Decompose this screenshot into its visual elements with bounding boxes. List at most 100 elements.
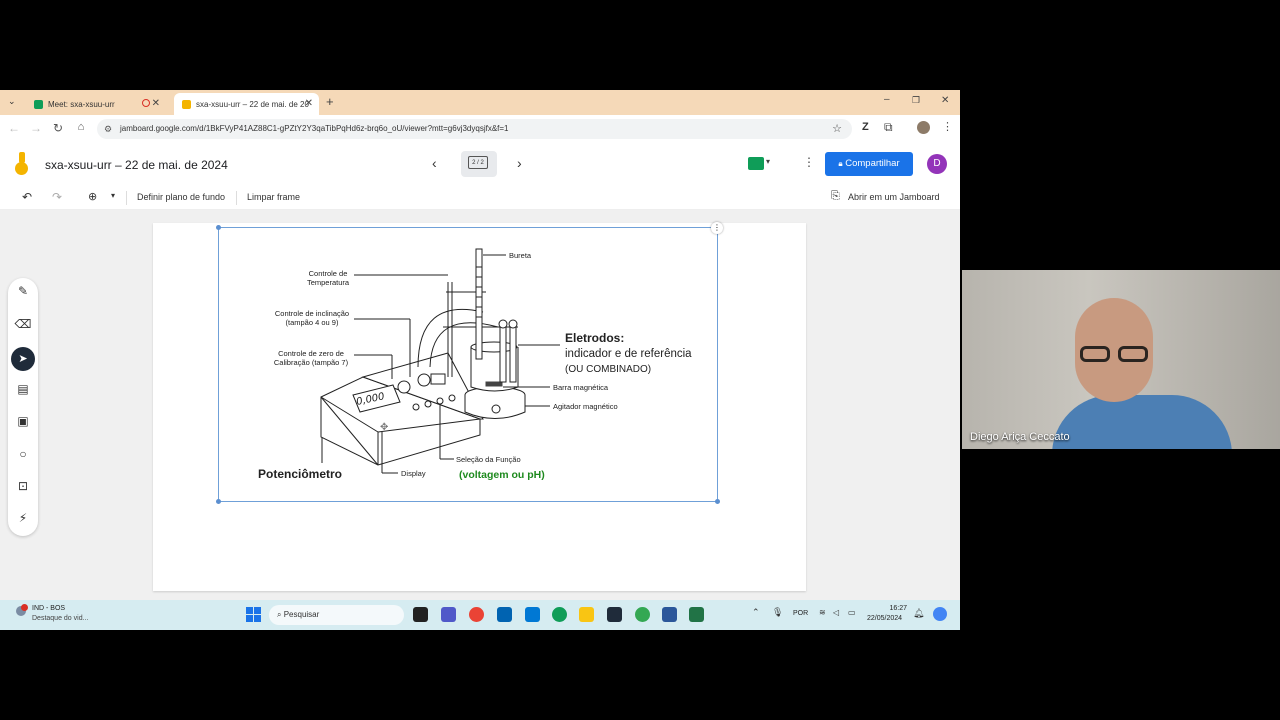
weather-title[interactable]: IND - BOS bbox=[32, 605, 65, 612]
store-icon[interactable] bbox=[497, 607, 512, 622]
chrome-icon[interactable] bbox=[469, 607, 484, 622]
notification-badge bbox=[21, 604, 28, 611]
label-selecao-funcao: Seleção da Função bbox=[456, 455, 521, 464]
more-options-icon[interactable]: ⋮ bbox=[803, 155, 815, 169]
label-controle-temperatura-1: Controle de bbox=[308, 269, 348, 278]
language-indicator[interactable]: POR bbox=[793, 610, 808, 617]
forward-icon[interactable]: → bbox=[29, 121, 43, 135]
share-button[interactable]: 🔒︎ Compartilhar bbox=[825, 152, 913, 176]
tab-jamboard[interactable]: sxa-xsuu-urr – 22 de mai. de 20 ✕ bbox=[174, 93, 319, 115]
profile-avatar[interactable] bbox=[917, 121, 930, 134]
undo-icon[interactable]: ↶ bbox=[22, 190, 32, 204]
url-input[interactable]: ⚙ jamboard.google.com/d/1BkFVyP41AZ88C1-… bbox=[97, 119, 852, 139]
meet-present-icon[interactable] bbox=[748, 157, 764, 170]
stir-bar bbox=[485, 381, 503, 387]
tray-chevron-up-icon[interactable]: ⌃ bbox=[752, 607, 760, 618]
browser-menu-icon[interactable]: ⋮ bbox=[942, 120, 953, 133]
weather-subtitle[interactable]: Destaque do vid... bbox=[32, 615, 88, 622]
close-tab-icon[interactable]: ✕ bbox=[152, 98, 160, 109]
board-title[interactable]: sxa-xsuu-urr – 22 de mai. de 2024 bbox=[45, 158, 228, 172]
excel-icon[interactable] bbox=[689, 607, 704, 622]
text-box-icon[interactable]: ⊡ bbox=[8, 479, 38, 493]
select-pointer-icon[interactable]: ➤ bbox=[11, 347, 35, 371]
zoom-icon[interactable]: ⊕ bbox=[88, 190, 97, 203]
move-cursor-icon: ✥ bbox=[380, 422, 389, 433]
dropbox-icon[interactable] bbox=[607, 607, 622, 622]
redo-icon[interactable]: ↷ bbox=[52, 190, 62, 204]
word-icon[interactable] bbox=[662, 607, 677, 622]
copilot-icon[interactable] bbox=[933, 607, 947, 621]
task-view-icon[interactable] bbox=[413, 607, 428, 622]
wifi-icon[interactable]: ≋ bbox=[819, 608, 826, 617]
label-eletrodos-subtitle: indicador e de referência bbox=[565, 348, 692, 360]
microphone-icon[interactable]: 🎙︎ bbox=[772, 607, 783, 618]
volume-icon[interactable]: ◁ bbox=[833, 608, 839, 617]
zoom-chevron-down-icon[interactable]: ▾ bbox=[111, 191, 115, 200]
set-background-button[interactable]: Definir plano de fundo bbox=[137, 192, 225, 202]
notifications-bell-icon[interactable]: 🔔︎ bbox=[913, 608, 924, 619]
participant-video-tile[interactable]: Diego Ariça Ceccato bbox=[962, 270, 1280, 449]
pen-icon[interactable]: ✎ bbox=[8, 284, 38, 298]
clock-time[interactable]: 16:27 bbox=[869, 605, 907, 612]
label-agitador-magnetico: Agitador magnético bbox=[553, 402, 618, 411]
jamboard-toolbar: ↶ ↷ ⊕ ▾ Definir plano de fundo Limpar fr… bbox=[0, 187, 960, 210]
extension-z-icon[interactable]: Z bbox=[862, 121, 869, 133]
search-icon: ⌕ bbox=[277, 610, 282, 619]
electrode bbox=[509, 321, 517, 383]
label-controle-zero-2: Calibração (tampão 7) bbox=[273, 358, 349, 367]
edge-icon[interactable] bbox=[552, 607, 567, 622]
teams-icon[interactable] bbox=[441, 607, 456, 622]
taskbar-search-input[interactable]: ⌕ Pesquisar bbox=[269, 605, 404, 625]
tab-jamboard-label: sxa-xsuu-urr – 22 de mai. de 20 bbox=[196, 99, 309, 109]
close-tab-icon[interactable]: ✕ bbox=[305, 98, 313, 109]
address-bar-row: ← → ↻ ⌂ ⚙ jamboard.google.com/d/1BkFVyP4… bbox=[0, 115, 960, 144]
home-icon[interactable]: ⌂ bbox=[74, 121, 88, 133]
file-explorer-icon[interactable] bbox=[579, 607, 594, 622]
restore-icon[interactable]: ❐ bbox=[912, 95, 920, 106]
sticky-note-icon[interactable]: ▤ bbox=[8, 382, 38, 396]
bookmark-star-icon[interactable]: ☆ bbox=[832, 119, 842, 139]
circle-shape-icon[interactable]: ○ bbox=[8, 447, 38, 461]
battery-icon[interactable]: ▭ bbox=[848, 608, 856, 617]
chevron-down-icon[interactable]: ▾ bbox=[766, 157, 770, 166]
add-image-icon[interactable]: ▣ bbox=[8, 414, 38, 428]
user-avatar[interactable]: D bbox=[927, 154, 947, 174]
reload-icon[interactable]: ↻ bbox=[51, 121, 65, 135]
next-frame-icon[interactable]: › bbox=[517, 155, 522, 171]
label-eletrodos-title: Eletrodos: bbox=[565, 331, 625, 345]
jamboard-app-bar: sxa-xsuu-urr – 22 de mai. de 2024 ‹ 2 / … bbox=[0, 143, 960, 187]
toolbar-divider bbox=[126, 191, 127, 205]
drawing-tools-sidebar: ✎ ⌫ ➤ ▤ ▣ ○ ⊡ ⚡ bbox=[8, 278, 38, 536]
open-jamboard-icon: ⎘ bbox=[831, 190, 840, 202]
electrode bbox=[499, 321, 507, 383]
back-icon[interactable]: ← bbox=[7, 121, 21, 135]
clear-frame-button[interactable]: Limpar frame bbox=[247, 192, 300, 202]
clock-date[interactable]: 22/05/2024 bbox=[867, 615, 902, 622]
extensions-puzzle-icon[interactable]: ⧉ bbox=[884, 120, 893, 135]
eraser-icon[interactable]: ⌫ bbox=[8, 317, 38, 331]
label-controle-inclinacao-2: (tampão 4 ou 9) bbox=[285, 318, 339, 327]
label-display: Display bbox=[401, 469, 426, 478]
tab-meet[interactable]: Meet: sxa-xsuu-urr ✕ bbox=[26, 93, 166, 115]
jamboard-favicon-icon bbox=[182, 99, 191, 109]
chrome-active-icon[interactable] bbox=[635, 607, 650, 622]
tab-meet-label: Meet: sxa-xsuu-urr bbox=[48, 99, 115, 109]
mail-icon[interactable] bbox=[525, 607, 540, 622]
close-window-icon[interactable]: ✕ bbox=[941, 95, 949, 106]
site-info-icon: ⚙ bbox=[104, 124, 113, 134]
windows-start-icon[interactable] bbox=[246, 607, 261, 622]
label-controle-inclinacao-1: Controle de inclinação bbox=[274, 309, 350, 318]
participant-name: Diego Ariça Ceccato bbox=[970, 431, 1070, 443]
frame-counter: 2 / 2 bbox=[468, 156, 488, 169]
share-label: Compartilhar bbox=[845, 158, 900, 169]
previous-frame-icon[interactable]: ‹ bbox=[432, 155, 437, 171]
label-barra-magnetica: Barra magnética bbox=[553, 383, 609, 392]
new-tab-icon[interactable]: + bbox=[326, 94, 334, 109]
tab-search-chevron-icon[interactable]: ⌄ bbox=[8, 96, 16, 107]
minimize-icon[interactable]: – bbox=[884, 94, 890, 105]
jamboard-logo-icon bbox=[15, 152, 29, 176]
laser-icon[interactable]: ⚡ bbox=[8, 511, 38, 525]
frame-bar-button[interactable]: 2 / 2 bbox=[461, 151, 497, 177]
open-in-jamboard-button[interactable]: Abrir em um Jamboard bbox=[848, 192, 940, 202]
burette bbox=[475, 248, 483, 360]
